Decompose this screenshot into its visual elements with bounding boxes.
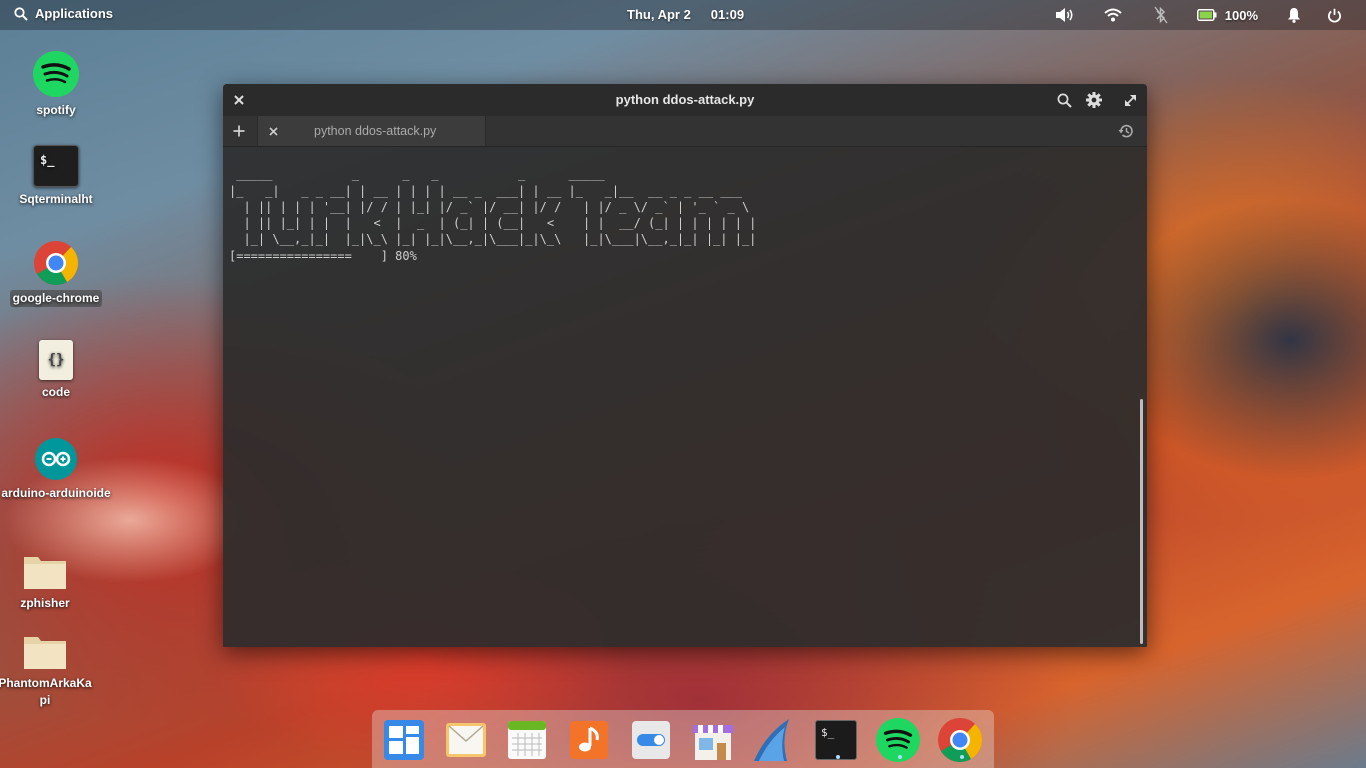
maximize-icon bbox=[1124, 94, 1136, 106]
toggle-switch-icon bbox=[632, 721, 670, 759]
top-panel: Applications Thu, Apr 2 01:09 100% bbox=[0, 0, 1366, 30]
close-icon bbox=[268, 126, 278, 136]
sound-indicator[interactable] bbox=[1041, 5, 1089, 25]
maximize-button[interactable] bbox=[1121, 91, 1139, 109]
battery-icon bbox=[1196, 9, 1217, 21]
shark-fin-icon bbox=[754, 719, 789, 761]
window-titlebar[interactable]: python ddos-attack.py bbox=[223, 84, 1147, 116]
desktop-icon-label: arduino-arduinoide bbox=[1, 486, 111, 500]
mail-icon bbox=[446, 723, 486, 757]
tab-python-ddos-attack[interactable]: python ddos-attack.py bbox=[257, 116, 486, 146]
dock-item-calendar[interactable] bbox=[503, 716, 551, 764]
chrome-icon bbox=[33, 240, 79, 286]
search-button[interactable] bbox=[1055, 91, 1073, 109]
dock-item-mail[interactable] bbox=[442, 716, 490, 764]
dock-item-multitasking-view[interactable] bbox=[380, 716, 428, 764]
bluetooth-indicator[interactable] bbox=[1137, 5, 1185, 25]
scrollbar-thumb[interactable] bbox=[1140, 399, 1143, 644]
running-indicator bbox=[960, 755, 964, 759]
applications-menu-button[interactable]: Applications bbox=[14, 6, 113, 21]
dock-item-music[interactable] bbox=[565, 716, 613, 764]
desktop-icon-arduino[interactable]: arduino-arduinoide bbox=[1, 437, 111, 502]
terminal-window: python ddos-attack.py python ddos-attack… bbox=[223, 84, 1147, 647]
desktop-icon-label: google-chrome bbox=[9, 290, 103, 307]
notifications-indicator[interactable] bbox=[1270, 5, 1318, 25]
gear-icon bbox=[1086, 92, 1102, 108]
desktop-icon-zphisher[interactable]: zphisher bbox=[0, 553, 100, 612]
code-glyph: {} bbox=[47, 351, 65, 368]
volume-icon bbox=[1055, 8, 1073, 22]
calendar-icon bbox=[508, 721, 546, 759]
close-tab-button[interactable] bbox=[266, 124, 280, 138]
plus-icon bbox=[233, 125, 245, 137]
settings-button[interactable] bbox=[1084, 90, 1104, 110]
tab-bar: python ddos-attack.py bbox=[223, 116, 1147, 147]
dock-item-appcenter[interactable] bbox=[689, 716, 737, 764]
folder-icon bbox=[22, 553, 68, 591]
code-file-icon: {} bbox=[39, 340, 73, 380]
terminal-icon: $_ bbox=[33, 145, 79, 187]
search-icon bbox=[1057, 93, 1072, 108]
bell-icon bbox=[1288, 8, 1300, 23]
new-tab-button[interactable] bbox=[231, 123, 247, 139]
wifi-icon bbox=[1104, 8, 1122, 22]
folder-icon bbox=[22, 633, 68, 671]
desktop-icon-label: spotify bbox=[36, 103, 76, 117]
desktop-icon-label: zphisher bbox=[20, 596, 70, 610]
network-indicator[interactable] bbox=[1089, 5, 1137, 25]
time-text: 01:09 bbox=[710, 7, 745, 22]
dock: $_ bbox=[372, 710, 994, 768]
store-icon bbox=[693, 725, 733, 760]
desktop-icon-phantomarkakapi[interactable]: PhantomArkaKapi bbox=[0, 633, 100, 709]
spotify-icon bbox=[32, 50, 80, 98]
search-icon bbox=[14, 6, 28, 21]
desktop-icon-code[interactable]: {} code bbox=[1, 340, 111, 401]
prompt-glyph: $_ bbox=[821, 726, 835, 739]
bluetooth-disabled-icon bbox=[1154, 6, 1168, 24]
prompt-glyph: $_ bbox=[40, 153, 55, 167]
power-indicator[interactable]: 100% bbox=[1185, 8, 1270, 23]
terminal-line: |_ _| _ _ __| | __ | | | | __ _ ___| | _… bbox=[229, 183, 742, 198]
history-button[interactable] bbox=[1117, 122, 1135, 140]
terminal-line: | || |_| | | | < | _ | (_| | (__| < | | … bbox=[229, 216, 757, 231]
date-text: Thu, Apr 2 bbox=[627, 7, 691, 22]
applications-label: Applications bbox=[35, 6, 114, 21]
dock-item-system-settings[interactable] bbox=[627, 716, 675, 764]
date-time-indicator[interactable]: Thu, Apr 2 01:09 bbox=[627, 7, 744, 22]
dock-item-wireshark[interactable] bbox=[750, 716, 798, 764]
desktop-icon-label: code bbox=[41, 385, 70, 399]
music-icon bbox=[570, 721, 608, 759]
tab-label: python ddos-attack.py bbox=[314, 124, 437, 138]
terminal-output[interactable]: _____ _ _ _ _ _____ |_ _| _ _ __| | __ | … bbox=[229, 150, 1129, 640]
progress-line: [================ ] 80% bbox=[229, 248, 417, 263]
multitasking-view-icon bbox=[384, 720, 424, 760]
terminal-line: | || | | | '__| |/ / | |_| |/ _` |/ __| … bbox=[229, 199, 750, 214]
desktop-icon-google-chrome[interactable]: google-chrome bbox=[1, 240, 111, 307]
running-indicator bbox=[898, 755, 902, 759]
running-indicator bbox=[836, 755, 840, 759]
power-icon bbox=[1327, 8, 1341, 22]
indicator-area: 100% bbox=[1041, 5, 1350, 25]
session-indicator[interactable] bbox=[1318, 5, 1350, 25]
history-icon bbox=[1118, 124, 1133, 138]
arduino-icon bbox=[34, 437, 78, 481]
desktop-icon-label: Sqterminalht bbox=[19, 192, 93, 206]
battery-percent: 100% bbox=[1224, 7, 1258, 23]
desktop-icon-spotify[interactable]: spotify bbox=[1, 50, 111, 119]
desktop-icon-terminal[interactable]: $_ Sqterminalht bbox=[1, 145, 111, 208]
window-title: python ddos-attack.py bbox=[615, 92, 755, 107]
terminal-icon: $_ bbox=[815, 720, 857, 760]
terminal-line: _____ _ _ _ _ _____ bbox=[229, 167, 605, 182]
desktop-icon-label: PhantomArkaKapi bbox=[0, 676, 92, 707]
terminal-line: |_| \__,_|_| |_|\_\ |_| |_|\__,_|\___|_|… bbox=[229, 232, 757, 247]
